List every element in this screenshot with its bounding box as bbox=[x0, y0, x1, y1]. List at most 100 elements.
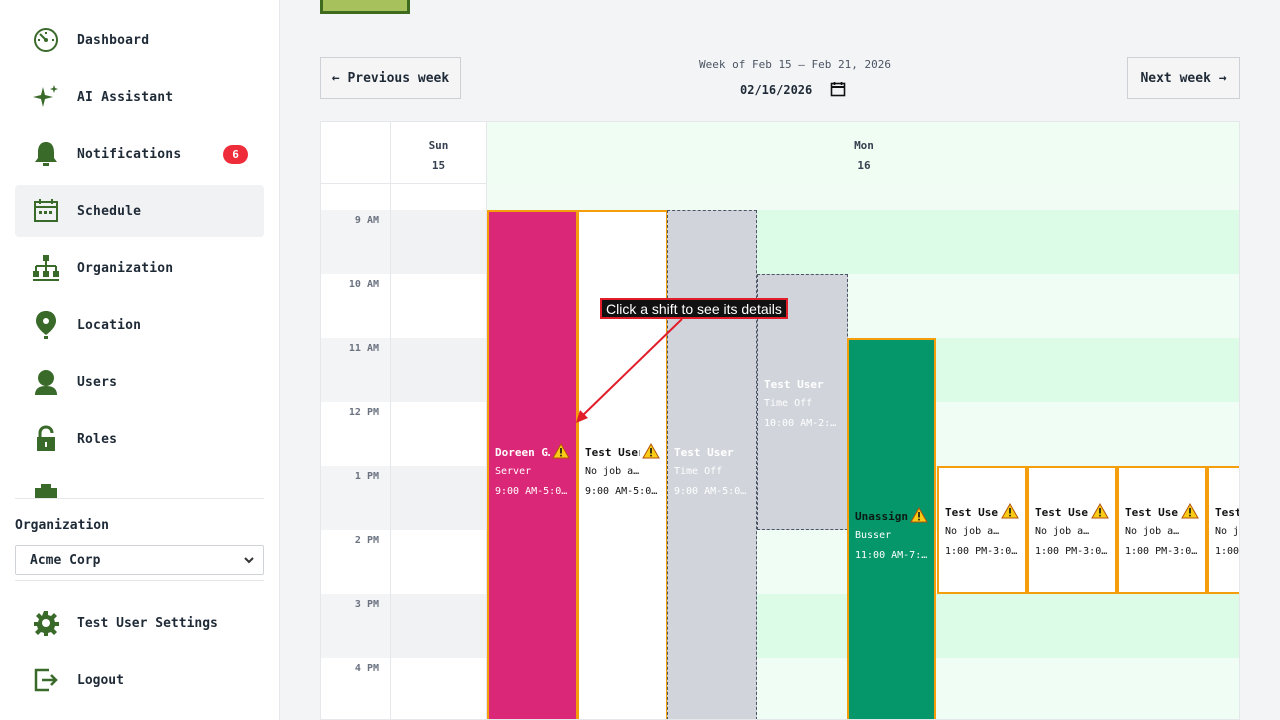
bell-icon bbox=[30, 138, 62, 170]
sparkle-icon bbox=[30, 81, 62, 113]
divider bbox=[15, 498, 264, 499]
week-range-title: Week of Feb 15 – Feb 21, 2026 bbox=[698, 58, 892, 71]
hour-label: 11 AM bbox=[321, 338, 391, 402]
lock-icon bbox=[30, 423, 62, 455]
shift-role: No jo bbox=[1215, 526, 1240, 537]
shift-employee-name: Test User bbox=[764, 377, 824, 391]
week-date-input[interactable]: 02/16/2026 bbox=[730, 80, 860, 100]
shift-role: No job a… bbox=[945, 526, 1000, 537]
shift-card[interactable]: Test User No job a… 9:00 AM-5:0… bbox=[577, 210, 668, 719]
all-day-cell-sun[interactable] bbox=[391, 184, 487, 211]
shift-time: 9:00 AM-5:0… bbox=[674, 486, 747, 497]
week-calendar: Sun 15 Mon 16 9 AM 10 AM 11 AM 12 PM 1 P… bbox=[320, 121, 1240, 720]
time-slot[interactable] bbox=[391, 530, 487, 594]
shift-time: 1:00 PM-3:0… bbox=[1035, 546, 1108, 557]
shift-employee-name: Test User bbox=[1035, 505, 1089, 519]
sidebar-item-label: Roles bbox=[77, 431, 118, 447]
day-number: 15 bbox=[431, 159, 446, 172]
organization-select[interactable]: Acme Corp bbox=[15, 545, 264, 575]
sidebar-item-users[interactable]: Users bbox=[15, 356, 264, 408]
warning-icon bbox=[1091, 502, 1109, 522]
all-day-cell-mon[interactable] bbox=[487, 184, 1239, 211]
hour-label: 3 PM bbox=[321, 594, 391, 658]
sidebar: Dashboard AI Assistant Notifications 6 S… bbox=[0, 0, 280, 720]
shift-time: 9:00 AM-5:0… bbox=[495, 486, 568, 497]
shift-time: 10:00 AM-2:… bbox=[764, 418, 837, 429]
settings-label: Test User Settings bbox=[77, 615, 218, 631]
day-header-sun[interactable]: Sun 15 bbox=[391, 122, 487, 184]
sidebar-item-label: AI Assistant bbox=[77, 89, 174, 105]
shift-card[interactable]: Doreen G… Server 9:00 AM-5:0… bbox=[487, 210, 578, 719]
warning-icon bbox=[1181, 502, 1199, 522]
time-off-card[interactable]: Test User Time Off 9:00 AM-5:0… bbox=[667, 210, 757, 719]
shift-time: 1:00 PM-3:0… bbox=[1125, 546, 1198, 557]
shift-role: No job a… bbox=[585, 466, 640, 477]
hour-row: 4 PM bbox=[321, 658, 1239, 719]
hour-label: 1 PM bbox=[321, 466, 391, 530]
time-slot[interactable] bbox=[391, 210, 487, 274]
sidebar-item-more[interactable] bbox=[15, 470, 264, 498]
warning-icon bbox=[552, 442, 570, 462]
shift-role: Time Off bbox=[674, 466, 723, 477]
warning-icon bbox=[642, 442, 660, 462]
shift-card[interactable]: Test No jo 1:00 bbox=[1207, 466, 1240, 594]
time-slot[interactable] bbox=[391, 594, 487, 658]
shift-card[interactable]: Unassign… Busser 11:00 AM-7:… bbox=[847, 338, 936, 719]
shift-role: No job a… bbox=[1035, 526, 1090, 537]
shift-card[interactable]: Test User No job a… 1:00 PM-3:0… bbox=[937, 466, 1027, 594]
sidebar-item-dashboard[interactable]: Dashboard bbox=[15, 14, 264, 66]
gear-icon bbox=[30, 607, 62, 639]
shift-employee-name: Test bbox=[1215, 505, 1240, 519]
shift-card[interactable]: Test User No job a… 1:00 PM-3:0… bbox=[1027, 466, 1117, 594]
sidebar-item-label: Notifications bbox=[77, 146, 182, 162]
time-slot[interactable] bbox=[391, 466, 487, 530]
day-header-mon[interactable]: Mon 16 bbox=[487, 122, 1239, 184]
shift-role: Busser bbox=[855, 530, 892, 541]
shift-role: No job a… bbox=[1125, 526, 1180, 537]
hour-label: 9 AM bbox=[321, 210, 391, 274]
previous-week-button[interactable]: ← Previous week bbox=[320, 57, 461, 99]
time-slot[interactable] bbox=[391, 658, 487, 719]
next-week-button[interactable]: Next week → bbox=[1127, 57, 1240, 99]
sidebar-item-roles[interactable]: Roles bbox=[15, 413, 264, 465]
shift-employee-name: Test User bbox=[674, 445, 734, 459]
calendar-picker-icon[interactable] bbox=[830, 81, 846, 100]
shift-time: 11:00 AM-7:… bbox=[855, 550, 928, 561]
sidebar-item-organization[interactable]: Organization bbox=[15, 242, 264, 294]
annotation-arrow bbox=[576, 318, 683, 423]
time-slot[interactable] bbox=[391, 274, 487, 338]
shift-employee-name: Test User bbox=[945, 505, 999, 519]
user-settings-link[interactable]: Test User Settings bbox=[15, 600, 264, 646]
time-slot[interactable] bbox=[391, 402, 487, 466]
shift-employee-name: Doreen G… bbox=[495, 445, 550, 459]
user-icon bbox=[30, 366, 62, 398]
logout-label: Logout bbox=[77, 672, 124, 688]
sidebar-item-label: Dashboard bbox=[77, 32, 150, 48]
briefcase-icon bbox=[30, 480, 62, 498]
sidebar-item-label: Schedule bbox=[77, 203, 142, 219]
sidebar-item-label: Location bbox=[77, 317, 142, 333]
sidebar-item-location[interactable]: Location bbox=[15, 299, 264, 351]
shift-employee-name: Unassign… bbox=[855, 509, 908, 523]
shift-role: Time Off bbox=[764, 398, 813, 409]
sidebar-item-ai-assistant[interactable]: AI Assistant bbox=[15, 71, 264, 123]
warning-icon bbox=[910, 506, 928, 526]
shift-time: 9:00 AM-5:0… bbox=[585, 486, 658, 497]
shift-time: 1:00 PM-3:0… bbox=[945, 546, 1018, 557]
warning-icon bbox=[1001, 502, 1019, 522]
shift-employee-name: Test User bbox=[1125, 505, 1179, 519]
hour-row: 3 PM bbox=[321, 594, 1239, 658]
day-name: Mon bbox=[854, 139, 874, 152]
hour-label: 12 PM bbox=[321, 402, 391, 466]
sidebar-item-label: Users bbox=[77, 374, 118, 390]
sidebar-item-label: Organization bbox=[77, 260, 174, 276]
shift-card[interactable]: Test User No job a… 1:00 PM-3:0… bbox=[1117, 466, 1207, 594]
time-gutter-header bbox=[321, 122, 391, 184]
organization-label: Organization bbox=[15, 518, 109, 533]
time-slot[interactable] bbox=[391, 338, 487, 402]
sidebar-item-schedule[interactable]: Schedule bbox=[15, 185, 264, 237]
all-day-row bbox=[321, 184, 1239, 211]
logout-link[interactable]: Logout bbox=[15, 657, 264, 703]
sidebar-item-notifications[interactable]: Notifications 6 bbox=[15, 128, 264, 180]
day-number: 16 bbox=[857, 159, 871, 172]
